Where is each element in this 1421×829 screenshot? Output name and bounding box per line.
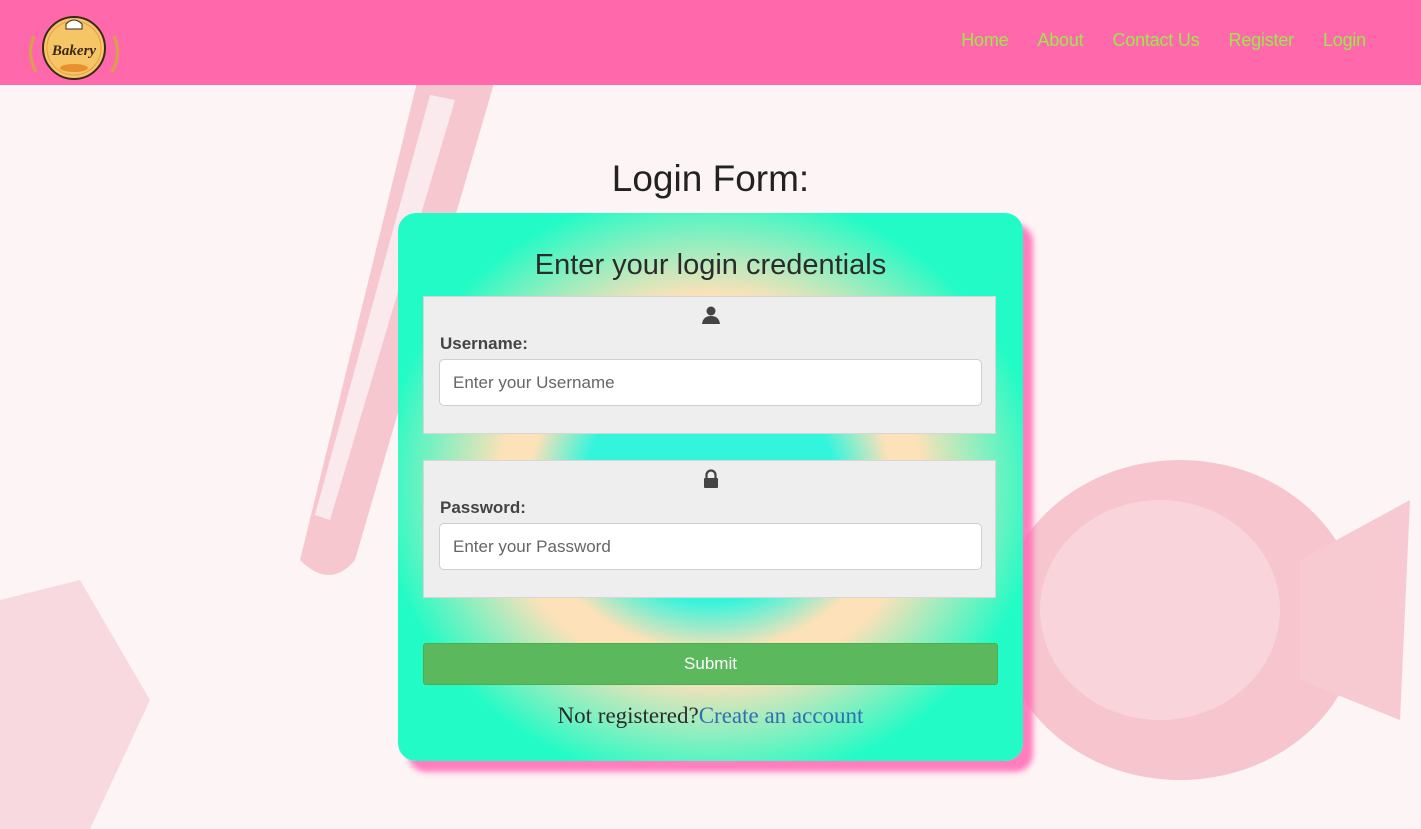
top-navbar: Bakery Home About Contact Us Register Lo… bbox=[0, 0, 1421, 85]
username-input[interactable] bbox=[439, 359, 982, 406]
bakery-logo[interactable]: Bakery bbox=[22, 6, 126, 100]
page-title: Login Form: bbox=[611, 158, 810, 199]
username-field-group: Username: bbox=[423, 296, 996, 434]
form-heading: Enter your login credentials bbox=[534, 249, 887, 281]
nav-contact-us[interactable]: Contact Us bbox=[1112, 30, 1199, 51]
nav-register[interactable]: Register bbox=[1229, 30, 1295, 51]
login-form-card: Enter your login credentials Username: P… bbox=[398, 213, 1023, 761]
user-icon bbox=[702, 306, 720, 324]
username-label: Username: bbox=[440, 334, 528, 353]
create-account-link[interactable]: Create an account bbox=[699, 703, 864, 728]
nav-login[interactable]: Login bbox=[1323, 30, 1366, 51]
logo-text: Bakery bbox=[51, 43, 97, 59]
password-field-group: Password: bbox=[423, 460, 996, 598]
main-navigation: Home About Contact Us Register Login bbox=[961, 0, 1421, 80]
lock-icon bbox=[704, 469, 718, 488]
register-prompt-line: Not registered?Create an account bbox=[398, 703, 1023, 729]
password-label: Password: bbox=[440, 498, 526, 517]
submit-button[interactable]: Submit bbox=[423, 643, 998, 685]
password-input[interactable] bbox=[439, 523, 982, 570]
nav-home[interactable]: Home bbox=[961, 30, 1008, 51]
register-prompt-text: Not registered? bbox=[557, 703, 699, 728]
nav-about[interactable]: About bbox=[1037, 30, 1083, 51]
